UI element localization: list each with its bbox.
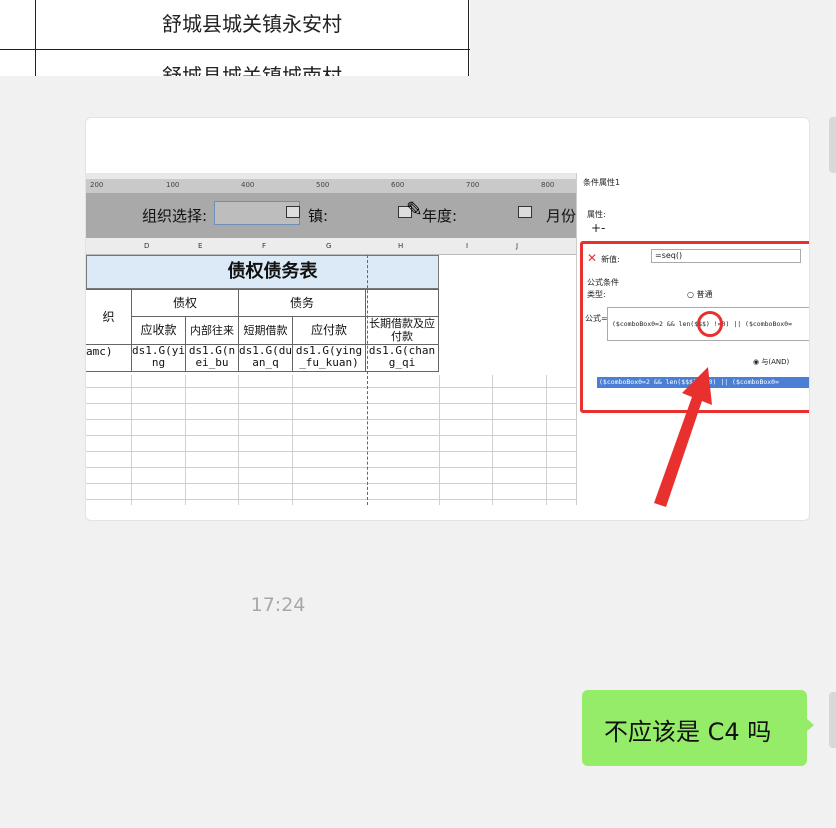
delete-icon: ✕	[587, 251, 598, 265]
image-message-bubble[interactable]: 200 100 400 500 600 700 800 组织选择: 镇: 年度:…	[85, 117, 810, 521]
group-header-left: 织	[86, 289, 132, 345]
org-select-label: 组织选择:	[142, 207, 208, 225]
panel-title: 条件属性1	[583, 178, 621, 187]
attr-label: 属性:	[587, 210, 606, 219]
group-header-debts: 债务	[238, 289, 366, 317]
data-cell: ds1.G(ying	[131, 344, 186, 372]
data-cell: ds1.G(duan_q	[238, 344, 293, 372]
table-cell-yongan: 舒城县城关镇永安村	[162, 12, 342, 36]
report-title: 债权债务表	[86, 255, 439, 289]
message-timestamp: 17:24	[250, 594, 306, 616]
dropdown-icon	[286, 206, 300, 218]
red-arrow-annotation	[654, 367, 712, 507]
sub-header: 内部往来	[185, 316, 239, 345]
formula-label: 公式=	[585, 314, 608, 323]
data-cell: ds1.G(nei_bu	[185, 344, 239, 372]
avatar[interactable]	[829, 117, 836, 173]
town-label: 镇:	[308, 207, 329, 225]
radio-normal: ○ 普通	[687, 290, 713, 299]
formula-condition-label: 公式条件	[587, 278, 619, 287]
screenshot-content: 200 100 400 500 600 700 800 组织选择: 镇: 年度:…	[86, 173, 809, 507]
column-header-row: D E F G H I J	[86, 238, 576, 255]
sub-header: 应收款	[131, 316, 186, 345]
dropdown-icon	[518, 206, 532, 218]
table-cell-chengnan: 舒城县城关镇城南村	[162, 64, 342, 76]
data-cell: ds1.G(ying_fu_kuan)	[292, 344, 366, 372]
parameter-form-band: 组织选择: 镇: 年度: 月份 ✎	[86, 193, 576, 238]
red-circle-annotation	[697, 311, 723, 337]
avatar[interactable]	[829, 692, 836, 748]
year-label: 年度:	[422, 207, 458, 225]
sub-header: 长期借款及应付款	[365, 316, 439, 345]
month-label: 月份	[546, 207, 577, 225]
data-cell: ds1.G(chang_qi	[365, 344, 439, 372]
radio-and: ◉ 与(AND)	[753, 358, 790, 366]
designer-ruler: 200 100 400 500 600 700 800	[86, 179, 576, 193]
sub-header: 短期借款	[238, 316, 293, 345]
data-cell: amc)	[86, 344, 132, 372]
pencil-icon: ✎	[406, 197, 423, 221]
message-text: 不应该是 C4 吗	[604, 718, 772, 746]
cropped-table-image: 舒城县城关镇永安村 舒城县城关镇城南村	[0, 0, 470, 76]
group-header-claims: 债权	[131, 289, 239, 317]
sub-header: 应付款	[292, 316, 366, 345]
add-icon: +-	[591, 221, 606, 235]
report-grid: 债权债务表 织 债权 债务 应收款 内部往来 短期借款 应付款 长期借款及应付款…	[86, 255, 576, 505]
sent-message-bubble[interactable]: 不应该是 C4 吗	[582, 690, 814, 766]
new-value-input: =seq()	[651, 249, 801, 263]
type-label: 类型:	[587, 290, 606, 299]
new-value-row: ✕ 新值:	[587, 251, 620, 265]
